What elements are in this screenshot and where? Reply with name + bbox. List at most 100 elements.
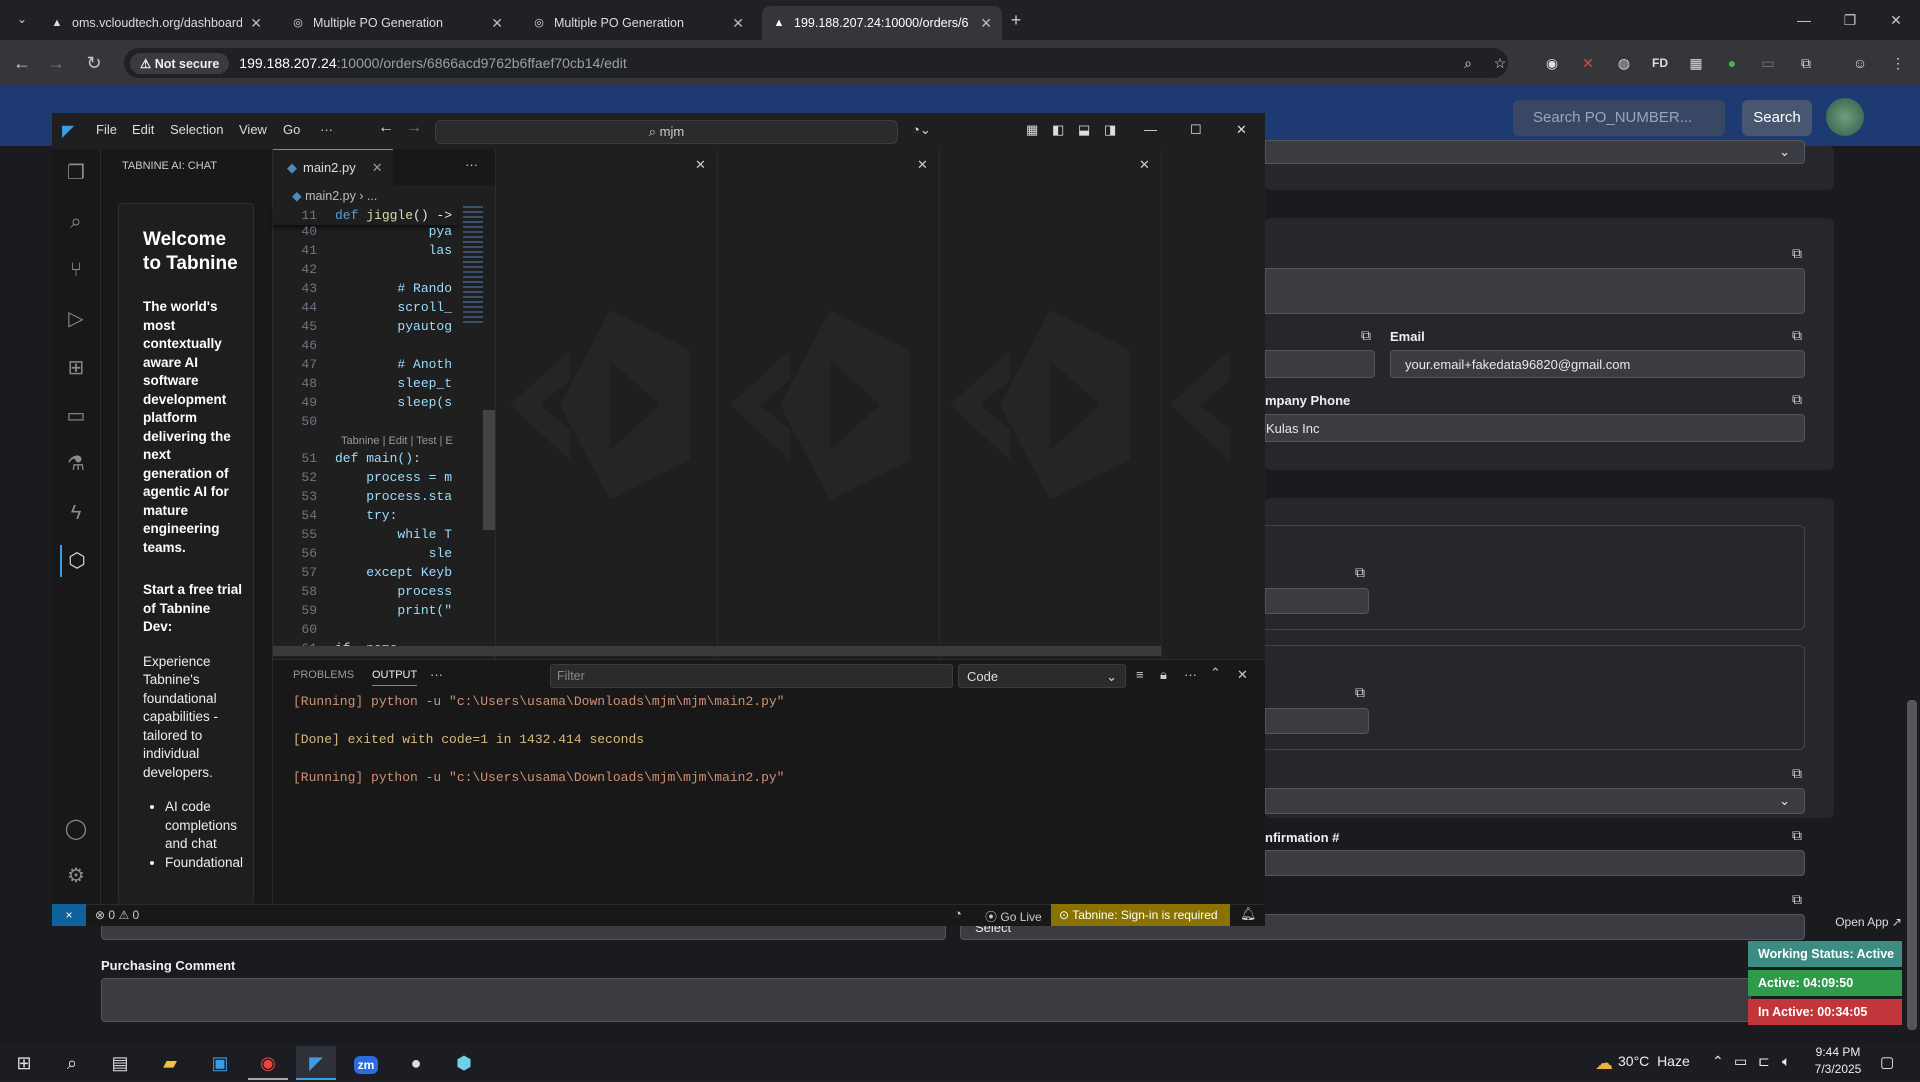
code-line[interactable]: 56 sle	[273, 544, 457, 563]
volume-icon[interactable]: 🔈︎	[1782, 1053, 1790, 1070]
copilot-icon[interactable]: ◔⌄	[912, 122, 931, 138]
task-view-icon[interactable]: ▤	[100, 1046, 140, 1080]
notifications-bell-icon[interactable]: 🔔︎	[1240, 906, 1257, 922]
app-hex-icon[interactable]: ⬢	[444, 1046, 484, 1080]
copy-icon[interactable]: ⧉	[1789, 765, 1805, 781]
lock-scroll-icon[interactable]: 🔒︎	[1160, 667, 1167, 683]
extension-eyes-icon[interactable]: ◉	[1540, 51, 1564, 75]
code-line[interactable]: 57 except Keyb	[273, 563, 457, 582]
toggle-secondary-sidebar-icon[interactable]: ◨	[1104, 122, 1116, 138]
omnibox[interactable]: ⚠ Not secure 199.188.207.24:10000/orders…	[124, 48, 1508, 78]
copy-icon[interactable]: ⧉	[1789, 245, 1805, 261]
code-line[interactable]: 50	[273, 412, 457, 431]
code-line[interactable]: 41 las	[273, 241, 457, 260]
close-tab-icon[interactable]: ✕	[491, 15, 503, 32]
vscode-maximize-icon[interactable]: ☐	[1190, 122, 1202, 138]
clear-output-icon[interactable]: ≡	[1136, 667, 1144, 682]
copy-icon[interactable]: ⧉	[1352, 564, 1368, 580]
code-line[interactable]: 51 def main():	[273, 449, 457, 468]
code-line[interactable]: 47 # Anoth	[273, 355, 457, 374]
vscode-taskbar-icon[interactable]: ◤	[296, 1046, 336, 1080]
name-field[interactable]	[1265, 350, 1375, 378]
tabnine-status[interactable]: ⊙ Tabnine: Sign-in is required	[1051, 904, 1230, 926]
chrome-icon[interactable]: ◉	[248, 1046, 288, 1080]
code-line[interactable]: 55 while T	[273, 525, 457, 544]
panel-tab-problems[interactable]: PROBLEMS	[293, 669, 354, 681]
menu-selection[interactable]: Selection	[170, 122, 223, 137]
po-search-button[interactable]: Search	[1742, 100, 1812, 136]
code-line[interactable]: 42	[273, 260, 457, 279]
purchasing-comment-textarea[interactable]	[101, 978, 1751, 1022]
close-group-icon[interactable]: ✕	[917, 157, 928, 173]
extension-x-icon[interactable]: ✕	[1576, 51, 1600, 75]
new-tab-icon[interactable]: +	[1002, 6, 1030, 34]
close-panel-icon[interactable]: ✕	[1237, 667, 1248, 683]
weather-widget[interactable]: 30°C Haze	[1618, 1053, 1690, 1069]
go-live-button[interactable]: ⦿ Go Live	[985, 908, 1042, 925]
extensions-puzzle-icon[interactable]: ⧉	[1794, 51, 1818, 75]
detail-field-1[interactable]	[1265, 588, 1369, 614]
restore-icon[interactable]: ❐	[1836, 6, 1864, 34]
company-field[interactable]: Kulas Inc	[1265, 414, 1805, 442]
panel-tab-more[interactable]: ···	[430, 667, 443, 682]
close-tab-icon[interactable]: ✕	[250, 15, 262, 32]
code-line[interactable]: 54 try:	[273, 506, 457, 525]
lightning-icon[interactable]: ϟ	[60, 497, 92, 529]
code-line[interactable]: 53 process.sta	[273, 487, 457, 506]
toggle-sidebar-icon[interactable]: ◧	[1052, 122, 1064, 138]
extension-globe-icon[interactable]: ◍	[1612, 51, 1636, 75]
file-explorer-icon[interactable]: ▰	[150, 1046, 190, 1080]
browser-tab-po-2[interactable]: ◎ Multiple PO Generation ✕	[522, 6, 754, 40]
copilot-status-icon[interactable]: ◔	[954, 906, 962, 921]
code-line[interactable]: 46	[273, 336, 457, 355]
command-center[interactable]: ⌕ mjm	[435, 120, 898, 144]
extension-green-icon[interactable]: ●	[1720, 51, 1744, 75]
run-debug-icon[interactable]: ▷	[60, 303, 92, 335]
source-control-icon[interactable]: ⑂	[60, 254, 92, 286]
tray-chevron-icon[interactable]: ⌃	[1712, 1053, 1724, 1070]
code-line[interactable]: 45 pyautog	[273, 317, 457, 336]
chrome-menu-icon[interactable]: ⋮	[1886, 51, 1910, 75]
reload-icon[interactable]: ↻	[80, 49, 108, 77]
remote-indicator[interactable]: ×	[52, 904, 86, 926]
panel-more-icon[interactable]: ···	[1184, 667, 1197, 682]
close-tab-icon[interactable]: ✕	[732, 15, 744, 32]
detail-select[interactable]: ⌄	[1265, 788, 1805, 814]
maximize-panel-icon[interactable]: ⌃	[1210, 665, 1221, 681]
editor-more-actions-icon[interactable]: ···	[465, 157, 478, 172]
editor-scrollbar[interactable]	[483, 410, 495, 530]
codelens[interactable]: Tabnine | Edit | Test | E	[341, 435, 457, 447]
browser-tab-dashboard[interactable]: ▲ oms.vcloudtech.org/dashboard ✕	[40, 6, 272, 40]
copy-icon[interactable]: ⧉	[1358, 327, 1374, 343]
battery-icon[interactable]: ▭	[1734, 1053, 1747, 1070]
minimap[interactable]	[463, 206, 483, 326]
profile-avatar-icon[interactable]: ☺	[1848, 51, 1872, 75]
horizontal-scrollbar[interactable]	[273, 646, 1161, 656]
back-icon[interactable]: ←	[8, 49, 36, 77]
store-icon[interactable]: ▣	[200, 1046, 240, 1080]
email-field[interactable]: your.email+fakedata96820@gmail.com	[1390, 350, 1805, 378]
taskbar-search-icon[interactable]: ⌕	[52, 1046, 92, 1080]
copy-icon[interactable]: ⧉	[1789, 391, 1805, 407]
customize-layout-icon[interactable]: ▦	[1026, 122, 1038, 138]
extension-cast-icon[interactable]: ▭	[1756, 51, 1780, 75]
top-select[interactable]: ⌄	[1265, 140, 1805, 164]
nav-forward-icon[interactable]: →	[406, 119, 422, 137]
copy-icon[interactable]: ⧉	[1789, 327, 1805, 343]
tab-search-icon[interactable]: ⌄	[8, 6, 36, 32]
code-line[interactable]: 52 process = m	[273, 468, 457, 487]
settings-gear-icon[interactable]: ⚙	[60, 860, 92, 892]
code-line[interactable]: 40 pya	[273, 222, 457, 241]
minimize-icon[interactable]: —	[1790, 6, 1818, 34]
browser-tab-orders[interactable]: ▲ 199.188.207.24:10000/orders/6 ✕	[762, 6, 1002, 40]
menu-edit[interactable]: Edit	[132, 122, 154, 137]
menu-more[interactable]: ···	[320, 122, 333, 137]
problems-status[interactable]: ⊗ 0 ⚠ 0	[95, 908, 139, 922]
remote-explorer-icon[interactable]: ▭	[60, 400, 92, 432]
forward-icon[interactable]: →	[42, 49, 70, 77]
page-scrollbar[interactable]	[1907, 700, 1917, 1030]
close-tab-icon[interactable]: ✕	[372, 160, 383, 176]
app-drop-icon[interactable]: ●	[396, 1046, 436, 1080]
code-line[interactable]: 59 print("	[273, 601, 457, 620]
clock[interactable]: 9:44 PM 7/3/2025	[1808, 1044, 1868, 1078]
